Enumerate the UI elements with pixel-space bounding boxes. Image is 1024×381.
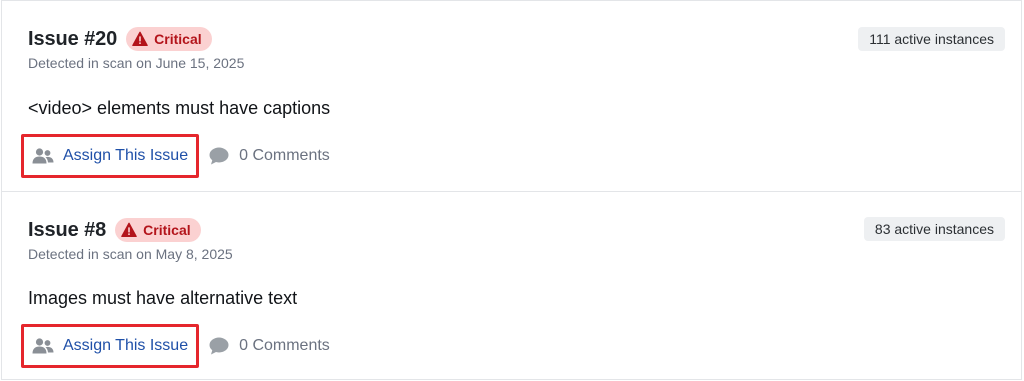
assign-issue-label: Assign This Issue bbox=[63, 337, 189, 354]
comments-count: 0 Comments bbox=[239, 337, 330, 354]
issue-description: <video> elements must have captions bbox=[28, 98, 331, 118]
comments-link[interactable]: 0 Comments bbox=[209, 147, 330, 165]
detected-date: Detected in scan on May 8, 2025 bbox=[28, 246, 233, 262]
instances-badge: 83 active instances bbox=[863, 217, 1005, 241]
issue-card: Issue #20 Critical Detected in scan on J… bbox=[2, 1, 1021, 191]
detected-date: Detected in scan on June 15, 2025 bbox=[28, 55, 245, 71]
severity-badge: Critical bbox=[126, 27, 212, 51]
assign-issue-label: Assign This Issue bbox=[63, 147, 189, 164]
issue-title: Issue #20 bbox=[28, 27, 118, 50]
issue-title: Issue #8 bbox=[28, 218, 107, 241]
warning-triangle-icon bbox=[132, 31, 148, 46]
issue-card: Issue #8 Critical Detected in scan on Ma… bbox=[2, 191, 1021, 380]
assign-issue-button[interactable]: Assign This Issue bbox=[21, 324, 200, 368]
warning-triangle-icon bbox=[121, 222, 137, 237]
issue-description: Images must have alternative text bbox=[28, 288, 298, 308]
severity-label: Critical bbox=[154, 31, 202, 47]
severity-badge: Critical bbox=[115, 218, 201, 242]
issue-actions: Assign This Issue 0 Comments bbox=[21, 324, 330, 368]
comment-bubble-icon bbox=[209, 337, 229, 355]
instances-badge: 111 active instances bbox=[858, 27, 1005, 51]
comments-link[interactable]: 0 Comments bbox=[209, 337, 330, 355]
comment-bubble-icon bbox=[209, 147, 229, 165]
issue-header: Issue #20 Critical bbox=[28, 26, 212, 52]
users-icon bbox=[32, 338, 54, 354]
severity-label: Critical bbox=[143, 222, 191, 238]
users-icon bbox=[32, 148, 54, 164]
issue-header: Issue #8 Critical bbox=[28, 217, 201, 243]
comments-count: 0 Comments bbox=[239, 147, 330, 164]
issue-actions: Assign This Issue 0 Comments bbox=[21, 134, 330, 178]
issue-list: Issue #20 Critical Detected in scan on J… bbox=[1, 0, 1022, 380]
assign-issue-button[interactable]: Assign This Issue bbox=[21, 134, 200, 178]
